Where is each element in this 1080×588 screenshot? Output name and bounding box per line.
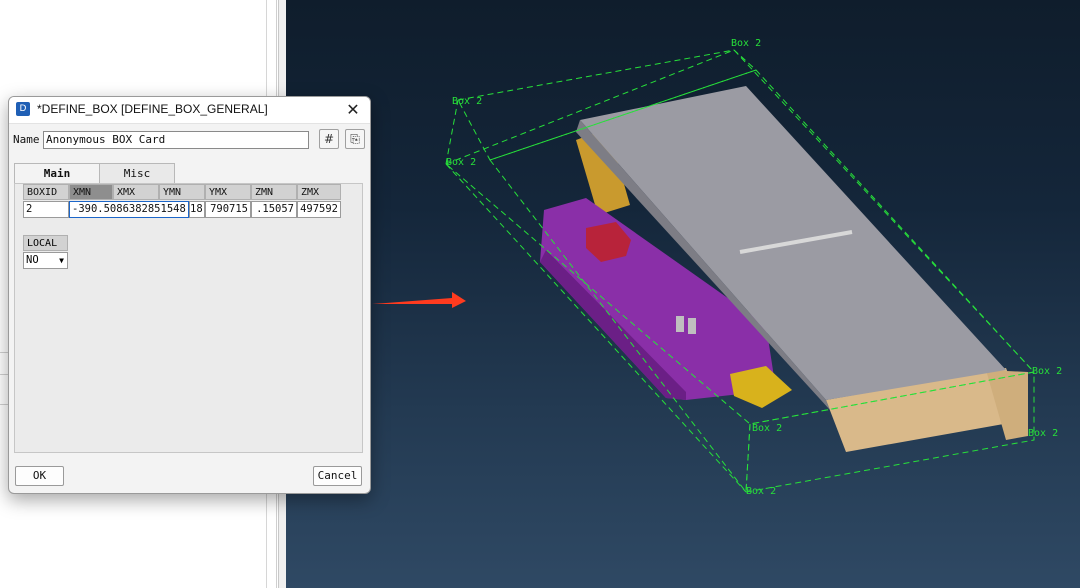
name-field[interactable]: Anonymous BOX Card xyxy=(43,131,309,149)
cylinder xyxy=(676,316,684,332)
box-label: Box 2 xyxy=(446,157,477,168)
box-label: Box 2 xyxy=(1028,428,1059,439)
close-icon[interactable]: ✕ xyxy=(342,99,364,121)
box-label: Box 2 xyxy=(746,486,777,497)
zmn-field[interactable]: .15057 xyxy=(251,201,297,218)
clipboard-icon[interactable]: ⎘ xyxy=(345,129,365,149)
ymn-header: YMN xyxy=(159,184,205,200)
ok-button[interactable]: OK xyxy=(15,466,64,486)
chevron-down-icon: ▼ xyxy=(59,256,64,265)
yellow-block xyxy=(730,366,792,408)
app-icon: D xyxy=(16,102,30,116)
3d-viewport[interactable]: Box 2 Box 2 Box 2 Box 2 Box 2 Box 2 Box … xyxy=(286,0,1080,588)
main-tab-panel: BOXID 2 XMN XMX YMN YMX ZMN ZMX 18 -390.… xyxy=(14,183,363,453)
ymn-field[interactable]: 18 xyxy=(189,201,205,218)
dialog-title: *DEFINE_BOX [DEFINE_BOX_GENERAL] xyxy=(37,102,268,116)
xmn-header: XMN xyxy=(69,184,113,200)
zmx-field[interactable]: 497592 xyxy=(297,201,341,218)
zmx-header: ZMX xyxy=(297,184,341,200)
box-label: Box 2 xyxy=(1032,366,1063,377)
local-header: LOCAL xyxy=(23,235,68,251)
model-render xyxy=(372,49,1035,493)
define-box-dialog: D *DEFINE_BOX [DEFINE_BOX_GENERAL] ✕ Nam… xyxy=(8,96,371,494)
name-label: Name xyxy=(13,133,40,146)
local-select[interactable]: NO ▼ xyxy=(23,252,68,269)
box-label: Box 2 xyxy=(752,423,783,434)
ymx-field[interactable]: 790715 xyxy=(205,201,251,218)
dialog-titlebar[interactable]: D *DEFINE_BOX [DEFINE_BOX_GENERAL] ✕ xyxy=(9,97,370,124)
boxid-field[interactable]: 2 xyxy=(23,201,69,218)
tab-misc[interactable]: Misc xyxy=(99,163,175,183)
ymx-header: YMX xyxy=(205,184,251,200)
cylinder xyxy=(688,318,696,334)
tab-main[interactable]: Main xyxy=(14,163,100,184)
pick-icon[interactable]: # xyxy=(319,129,339,149)
box-label: Box 2 xyxy=(731,38,762,49)
box-label: Box 2 xyxy=(452,96,483,107)
zmn-header: ZMN xyxy=(251,184,297,200)
red-arrow xyxy=(372,292,466,308)
xmn-field[interactable]: -390.5086382851548 xyxy=(69,201,189,218)
xmx-header: XMX xyxy=(113,184,159,200)
boxid-header: BOXID xyxy=(23,184,69,200)
local-value: NO xyxy=(26,254,39,266)
cancel-button[interactable]: Cancel xyxy=(313,466,362,486)
